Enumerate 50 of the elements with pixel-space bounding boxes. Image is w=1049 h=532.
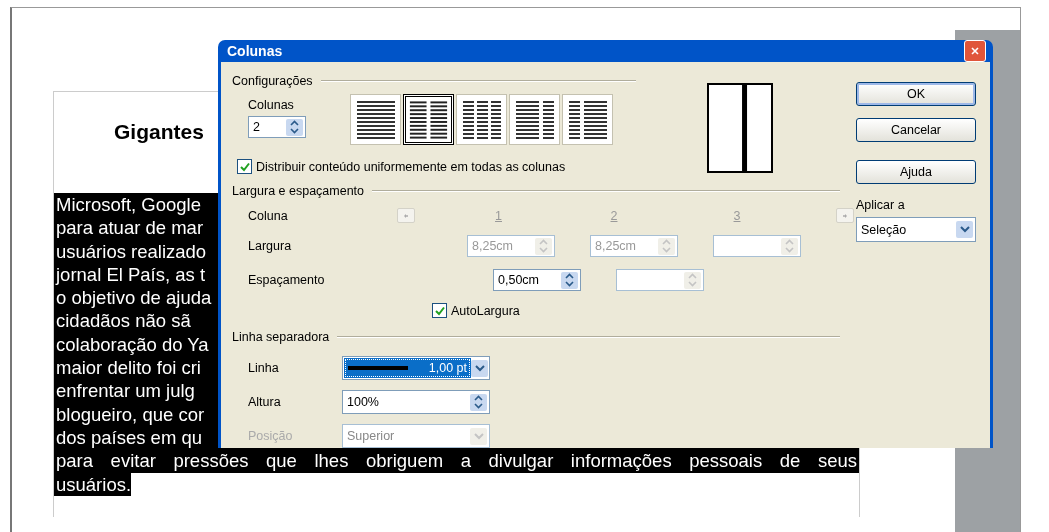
field-label: Posição xyxy=(248,429,294,443)
checkbox[interactable] xyxy=(432,303,447,318)
close-button[interactable] xyxy=(964,40,986,62)
text-line: para evitar pressões que lhes obriguem a divulgar informações pessoais de seus xyxy=(55,449,857,473)
text-line: colaboração do Ya xyxy=(55,332,209,357)
spin-arrows-icon[interactable] xyxy=(286,118,303,136)
line-sample-icon xyxy=(348,366,408,370)
height-spinner[interactable]: 100% xyxy=(342,390,490,414)
text-line: enfrentar um julg xyxy=(55,379,195,403)
text-line: Microsoft, Google xyxy=(55,193,201,217)
field-label: Aplicar a xyxy=(856,198,905,212)
right-arrow-icon xyxy=(843,211,847,220)
dialog-title: Colunas xyxy=(227,43,283,59)
field-label: Colunas xyxy=(248,98,294,112)
section-heading: Largura e espaçamento xyxy=(232,184,365,198)
section-heading: Linha separadora xyxy=(232,330,330,344)
document-heading: Gigantes xyxy=(113,119,204,145)
checkbox[interactable] xyxy=(237,159,252,174)
text-line: cidadãos não sã xyxy=(55,309,191,333)
close-icon xyxy=(971,45,979,57)
checkbox-label: AutoLargura xyxy=(451,303,520,318)
dialog-button[interactable]: Ajuda xyxy=(856,160,976,184)
dialog-button[interactable]: OK xyxy=(856,82,976,106)
section-heading: Configurações xyxy=(232,74,313,88)
text-line: maior delito foi cri xyxy=(55,356,201,380)
checkbox-label: Distribuir conteúdo uniformemente em todas as colunas xyxy=(256,159,566,174)
spin-arrows-icon[interactable] xyxy=(470,393,487,411)
column-number: 3 xyxy=(733,208,741,223)
spacing-spinner[interactable]: 0,50cm xyxy=(493,269,581,291)
position-dropdown[interactable]: Superior xyxy=(342,424,490,448)
field-label: Altura xyxy=(248,395,282,409)
text-line: usuários realizado xyxy=(55,239,207,263)
apply-to-dropdown[interactable]: Seleção xyxy=(856,217,976,242)
text-line: para atuar de mar xyxy=(55,216,204,240)
column-number: 1 xyxy=(495,208,502,223)
column-number: 2 xyxy=(610,208,618,223)
field-label: Largura xyxy=(248,239,292,253)
text-line: blogueiro, que cor xyxy=(55,402,205,426)
spin-arrows-icon[interactable] xyxy=(561,271,578,289)
field-label: Linha xyxy=(248,361,280,375)
field-label: Espaçamento xyxy=(248,273,326,287)
field-label: Coluna xyxy=(248,208,288,223)
text-line: usuários. xyxy=(55,472,132,496)
line-style-dropdown[interactable]: 1,00 pt xyxy=(342,356,490,380)
text-line: o objetivo de ajuda xyxy=(55,286,212,310)
dialog-button[interactable]: Cancelar xyxy=(856,118,976,142)
column-layout-option[interactable] xyxy=(403,94,454,145)
text-line: dos países em qu xyxy=(55,425,203,450)
text-line: jornal El País, as t xyxy=(54,262,206,287)
columns-spinner[interactable]: 2 xyxy=(248,116,306,138)
